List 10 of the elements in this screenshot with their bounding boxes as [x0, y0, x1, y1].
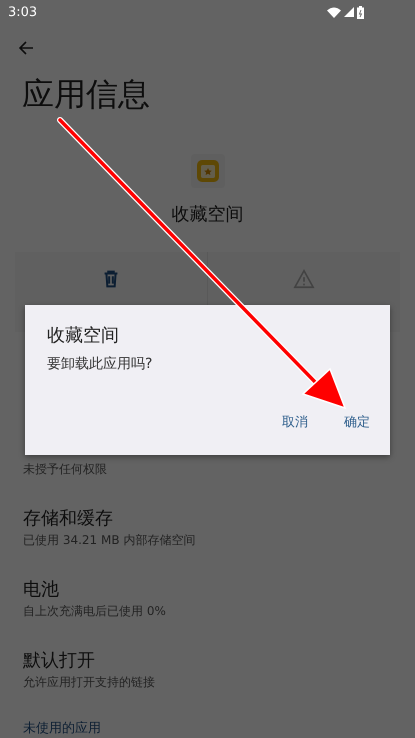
status-time: 3:03 — [8, 4, 38, 20]
section-header: 未使用的应用 — [23, 720, 102, 737]
setting-summary: 允许应用打开支持的链接 — [23, 674, 156, 691]
app-name: 收藏空间 — [172, 203, 244, 226]
setting-summary: 未授予任何权限 — [23, 461, 108, 478]
setting-summary: 自上次充满电后已使用 0% — [23, 603, 167, 620]
dialog-message: 要卸载此应用吗? — [47, 355, 154, 373]
dialog-title: 收藏空间 — [47, 324, 120, 347]
page-title: 应用信息 — [21, 74, 151, 115]
setting-summary: 已使用 34.21 MB 内部存储空间 — [23, 532, 196, 549]
